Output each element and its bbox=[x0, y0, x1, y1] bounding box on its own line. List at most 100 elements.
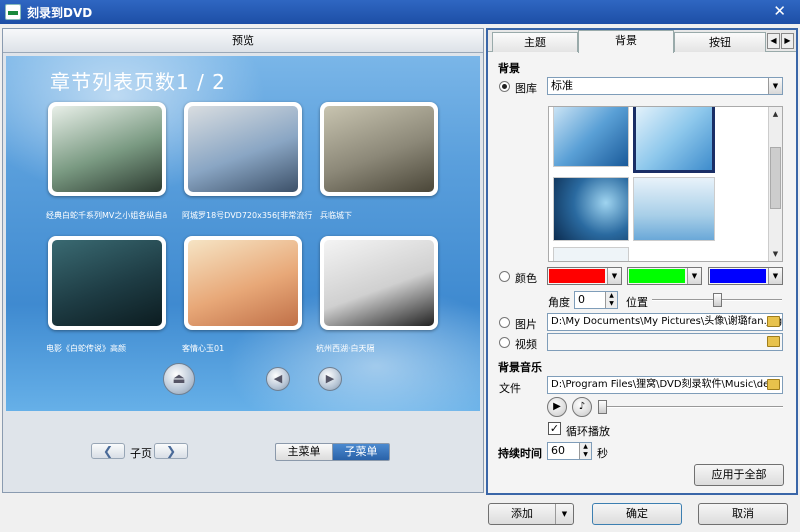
chapter-caption: 经典白蛇千系列MV之小姐各纵自ā bbox=[46, 211, 168, 220]
position-label: 位置 bbox=[626, 296, 648, 309]
folder-icon[interactable] bbox=[767, 336, 780, 347]
next-page-button[interactable]: ❯ bbox=[154, 443, 188, 459]
music-path-field[interactable]: D:\Program Files\狸窝\DVD刻录软件\Music\defa bbox=[547, 376, 783, 394]
tab-background[interactable]: 背景 bbox=[578, 30, 674, 53]
chapter-thumbnail[interactable] bbox=[48, 236, 166, 330]
tab-scroll-right-icon[interactable]: ▶ bbox=[781, 33, 794, 49]
thumbnail-image bbox=[188, 106, 298, 192]
color-swatch bbox=[710, 269, 766, 283]
chapter-caption: 杭州西湖·白天隔 bbox=[316, 344, 375, 353]
angle-value: 0 bbox=[578, 293, 585, 306]
loop-checkbox[interactable]: ✓ bbox=[548, 422, 561, 435]
image-path-field[interactable]: D:\My Documents\My Pictures\头像\谢璐fan.jpg bbox=[547, 313, 783, 331]
gallery-scrollbar[interactable]: ▲ ▼ bbox=[768, 107, 782, 261]
gallery-radio[interactable] bbox=[499, 81, 510, 92]
scrollbar-thumb[interactable] bbox=[770, 147, 781, 209]
duration-value: 60 bbox=[551, 444, 565, 457]
chevron-down-icon: ▼ bbox=[768, 78, 782, 94]
color-radio[interactable] bbox=[499, 271, 510, 282]
arrow-left-icon[interactable]: ◀ bbox=[266, 367, 290, 391]
volume-slider[interactable] bbox=[598, 400, 783, 414]
chapter-caption: 客情心玉01 bbox=[182, 344, 225, 353]
sub-menu-tab[interactable]: 子菜单 bbox=[332, 443, 390, 461]
gallery-select[interactable]: 标准 ▼ bbox=[547, 77, 783, 95]
angle-label: 角度 bbox=[548, 296, 570, 309]
scroll-down-icon[interactable]: ▼ bbox=[769, 247, 782, 261]
color-picker-1[interactable]: ▼ bbox=[547, 267, 622, 285]
chevron-down-icon: ▼ bbox=[687, 268, 701, 284]
chapter-caption: 电影《白蛇传说》高颜 bbox=[46, 344, 126, 353]
subpage-label: 子页 bbox=[130, 447, 152, 460]
gallery-thumbnail[interactable] bbox=[553, 247, 629, 261]
settings-tabs: 主题 背景 按钮 ◀ ▶ bbox=[488, 30, 796, 53]
preview-footer: ❮ 子页 ❯ 主菜单 子菜单 bbox=[3, 413, 483, 493]
add-button[interactable]: 添加 ▼ bbox=[488, 503, 574, 525]
slider-knob[interactable] bbox=[598, 400, 607, 414]
gallery-thumbnail[interactable] bbox=[633, 177, 715, 241]
apply-all-button[interactable]: 应用于全部 bbox=[694, 464, 784, 486]
eject-icon[interactable]: ⏏ bbox=[163, 363, 195, 395]
dvd-burn-window: 刻录到DVD ✕ 预览 章节列表页数1 / 2 经典白蛇千系列MV之小姐各纵自ā… bbox=[0, 0, 800, 532]
background-section-title: 背景 bbox=[498, 62, 520, 75]
music-note-icon[interactable]: ♪ bbox=[572, 397, 592, 417]
color-picker-2[interactable]: ▼ bbox=[627, 267, 702, 285]
folder-icon[interactable] bbox=[767, 379, 780, 390]
tab-scroll-left-icon[interactable]: ◀ bbox=[767, 33, 780, 49]
main-menu-tab[interactable]: 主菜单 bbox=[275, 443, 333, 461]
ok-button[interactable]: 确定 bbox=[592, 503, 682, 525]
chevron-down-icon: ▼ bbox=[768, 268, 782, 284]
chevron-down-icon[interactable]: ▼ bbox=[555, 504, 573, 524]
chapter-thumbnail[interactable] bbox=[320, 236, 438, 330]
video-label: 视频 bbox=[515, 338, 537, 351]
music-section-title: 背景音乐 bbox=[498, 361, 542, 374]
add-button-label: 添加 bbox=[511, 507, 533, 520]
angle-spinner[interactable]: 0 ▲ ▼ bbox=[574, 291, 618, 309]
window-title: 刻录到DVD bbox=[27, 6, 93, 20]
slider-knob[interactable] bbox=[712, 293, 722, 307]
chapter-thumbnail[interactable] bbox=[48, 102, 166, 196]
folder-icon[interactable] bbox=[767, 316, 780, 327]
play-icon[interactable]: ▶ bbox=[547, 397, 567, 417]
preview-panel: 预览 章节列表页数1 / 2 经典白蛇千系列MV之小姐各纵自ā 阿城罗18号DV… bbox=[2, 28, 484, 493]
title-bar: 刻录到DVD ✕ bbox=[0, 0, 800, 24]
duration-label: 持续时间 bbox=[498, 447, 542, 460]
background-gallery: ▲ ▼ bbox=[548, 106, 783, 262]
image-radio[interactable] bbox=[499, 317, 510, 328]
chapter-thumbnail[interactable] bbox=[184, 102, 302, 196]
image-path-value: D:\My Documents\My Pictures\头像\谢璐fan.jpg bbox=[551, 316, 783, 327]
loop-label: 循环播放 bbox=[566, 425, 610, 438]
file-label: 文件 bbox=[499, 382, 521, 395]
duration-spinner[interactable]: 60 ▲ ▼ bbox=[547, 442, 592, 460]
scroll-up-icon[interactable]: ▲ bbox=[769, 107, 782, 121]
close-icon[interactable]: ✕ bbox=[773, 2, 786, 20]
chapter-thumbnail[interactable] bbox=[184, 236, 302, 330]
spinner-arrows-icon[interactable]: ▲ ▼ bbox=[579, 443, 591, 459]
chapter-thumbnail[interactable] bbox=[320, 102, 438, 196]
gallery-thumbnail-selected[interactable] bbox=[633, 107, 715, 173]
thumbnail-image bbox=[324, 106, 434, 192]
menu-preview-stage: 章节列表页数1 / 2 经典白蛇千系列MV之小姐各纵自ā 阿城罗18号DVD72… bbox=[6, 56, 480, 411]
image-label: 图片 bbox=[515, 318, 537, 331]
gallery-thumbnail[interactable] bbox=[553, 107, 629, 167]
chapter-title: 章节列表页数1 / 2 bbox=[50, 70, 226, 94]
chapter-caption: 兵临城下 bbox=[320, 211, 352, 220]
gallery-select-value: 标准 bbox=[551, 79, 573, 92]
prev-page-button[interactable]: ❮ bbox=[91, 443, 125, 459]
app-dvd-icon bbox=[5, 4, 21, 20]
tab-buttons[interactable]: 按钮 bbox=[674, 32, 766, 52]
cancel-button[interactable]: 取消 bbox=[698, 503, 788, 525]
video-radio[interactable] bbox=[499, 337, 510, 348]
tab-theme[interactable]: 主题 bbox=[492, 32, 578, 52]
spinner-arrows-icon[interactable]: ▲ ▼ bbox=[605, 292, 617, 308]
dialog-footer: 添加 ▼ 确定 取消 bbox=[0, 497, 800, 532]
chevron-down-icon: ▼ bbox=[607, 268, 621, 284]
position-slider[interactable] bbox=[652, 293, 782, 307]
gallery-thumbnail[interactable] bbox=[553, 177, 629, 241]
thumbnail-image bbox=[52, 106, 162, 192]
gallery-label: 图库 bbox=[515, 82, 537, 95]
thumbnail-image bbox=[188, 240, 298, 326]
arrow-right-icon[interactable]: ▶ bbox=[318, 367, 342, 391]
color-picker-3[interactable]: ▼ bbox=[708, 267, 783, 285]
video-path-field[interactable] bbox=[547, 333, 783, 351]
preview-header: 预览 bbox=[3, 29, 483, 53]
